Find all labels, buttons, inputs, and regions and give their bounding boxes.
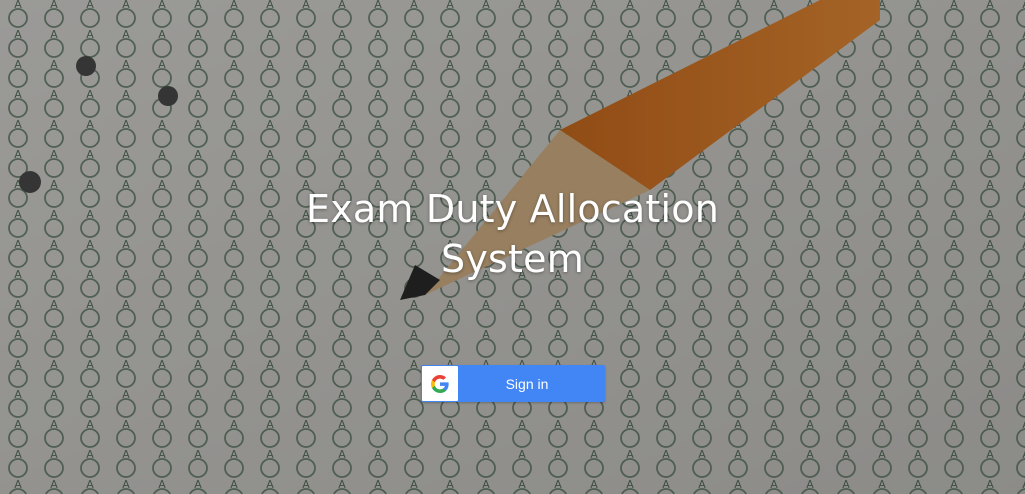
page-title-line-1: Exam Duty Allocation [305, 187, 720, 231]
sign-in-label: Sign in [505, 375, 549, 392]
page-title: Exam Duty Allocation System [0, 184, 1025, 284]
login-page: A Exam Duty Allocation System [0, 0, 1025, 494]
google-g-icon [422, 366, 458, 401]
page-title-line-2: System [441, 237, 584, 281]
google-sign-in-button[interactable]: Sign in [421, 365, 605, 402]
